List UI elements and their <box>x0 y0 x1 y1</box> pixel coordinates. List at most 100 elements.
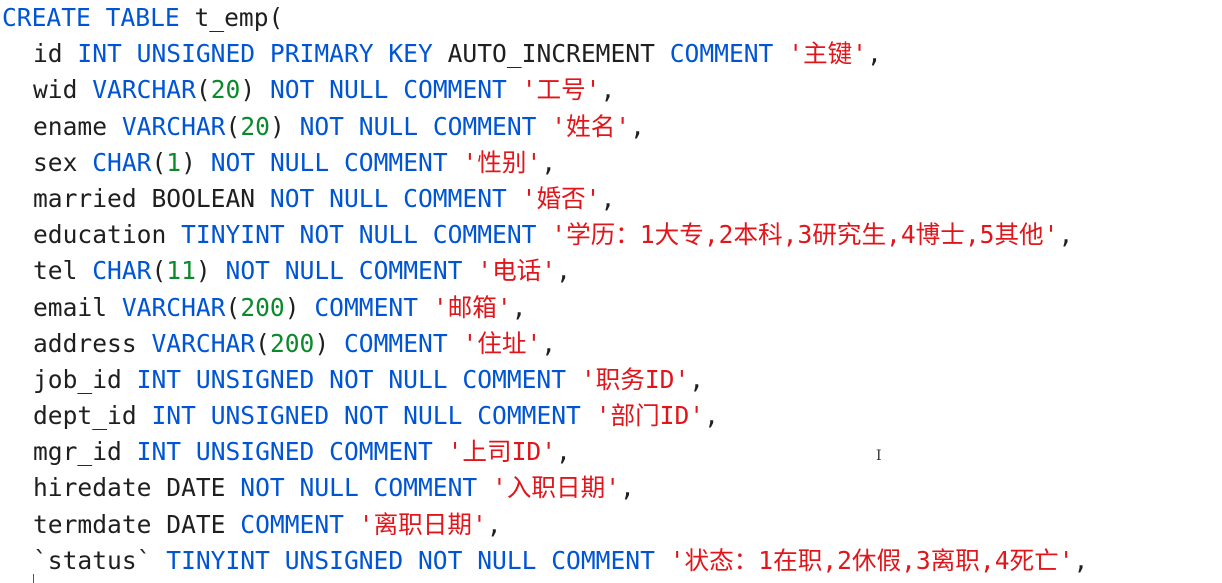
sql-identifier: wid <box>33 75 93 105</box>
sql-punctuation: ) <box>195 256 226 286</box>
sql-punctuation: , <box>541 328 557 358</box>
sql-identifier: AUTO_INCREMENT <box>432 39 670 69</box>
code-line[interactable]: id INT UNSIGNED PRIMARY KEY AUTO_INCREME… <box>2 36 1088 72</box>
sql-identifier: tel <box>33 256 93 286</box>
sql-identifier <box>773 39 788 68</box>
sql-keyword: NOT NULL COMMENT <box>225 256 463 286</box>
sql-identifier <box>462 256 477 285</box>
code-line[interactable]: sex CHAR(1) NOT NULL COMMENT '性别', <box>2 145 1088 181</box>
sql-string: '主键' <box>788 39 867 69</box>
sql-string: '状态：1在职,2休假,3离职,4死亡' <box>669 545 1074 575</box>
sql-punctuation: , <box>704 401 719 431</box>
sql-keyword: NOT NULL COMMENT <box>210 147 448 177</box>
code-line[interactable]: tel CHAR(11) NOT NULL COMMENT '电话', <box>2 253 1088 289</box>
sql-punctuation: , <box>600 183 616 213</box>
sql-keyword: COMMENT <box>314 292 419 322</box>
sql-keyword: VARCHAR <box>92 75 196 105</box>
sql-punctuation: , <box>511 292 527 322</box>
sql-string: '工号' <box>521 75 601 105</box>
sql-identifier <box>507 184 522 213</box>
sql-keyword: INT UNSIGNED NOT NULL COMMENT <box>136 364 567 394</box>
code-line[interactable]: ename VARCHAR(20) NOT NULL COMMENT '姓名', <box>2 109 1088 145</box>
code-line[interactable]: job_id INT UNSIGNED NOT NULL COMMENT '职务… <box>2 362 1088 398</box>
sql-punctuation: ( <box>151 256 167 286</box>
sql-identifier <box>448 148 463 177</box>
sql-punctuation: , <box>556 256 571 286</box>
sql-string: '姓名' <box>551 111 631 141</box>
sql-keyword: NOT NULL COMMENT <box>269 183 507 213</box>
sql-punctuation: , <box>600 75 616 105</box>
sql-string: '入职日期' <box>492 473 621 503</box>
sql-punctuation: ) <box>284 292 315 322</box>
sql-string: '部门ID' <box>595 401 705 431</box>
sql-string: '职务ID' <box>580 364 690 394</box>
sql-identifier: t_emp( <box>179 3 284 32</box>
sql-identifier: termdate DATE <box>33 509 241 539</box>
sql-punctuation: ) <box>314 328 344 358</box>
sql-keyword: COMMENT <box>669 39 774 69</box>
code-line[interactable]: termdate DATE COMMENT '离职日期', <box>2 507 1088 543</box>
sql-keyword: INT UNSIGNED PRIMARY KEY <box>77 39 433 69</box>
sql-punctuation: ( <box>195 75 211 105</box>
text-caret <box>33 574 34 583</box>
code-line[interactable]: mgr_id INT UNSIGNED COMMENT '上司ID', <box>2 434 1088 470</box>
sql-identifier: email <box>33 292 122 322</box>
sql-keyword: TINYINT NOT NULL COMMENT <box>181 220 537 250</box>
sql-punctuation: ( <box>255 328 270 358</box>
sql-identifier: id <box>33 39 78 69</box>
code-line[interactable]: email VARCHAR(200) COMMENT '邮箱', <box>2 290 1088 326</box>
sql-string: '电话' <box>477 256 557 286</box>
sql-identifier <box>433 437 448 466</box>
sql-identifier <box>507 75 522 104</box>
sql-number: 200 <box>269 328 315 358</box>
sql-identifier: `status` <box>33 545 167 575</box>
code-line[interactable]: address VARCHAR(200) COMMENT '住址', <box>2 326 1088 362</box>
sql-identifier: dept_id <box>33 401 152 431</box>
sql-identifier <box>448 329 463 358</box>
sql-identifier: job_id <box>33 364 137 394</box>
sql-identifier: education <box>33 220 182 250</box>
sql-string: '离职日期' <box>358 509 487 539</box>
sql-identifier: sex <box>33 147 93 177</box>
sql-string: '性别' <box>462 147 542 177</box>
sql-keyword: VARCHAR <box>121 111 226 141</box>
sql-number: 11 <box>166 256 196 286</box>
sql-string: '住址' <box>462 328 542 358</box>
sql-punctuation: , <box>630 111 645 141</box>
sql-identifier: hiredate DATE <box>33 473 241 503</box>
code-line[interactable]: dept_id INT UNSIGNED NOT NULL COMMENT '部… <box>2 398 1088 434</box>
sql-keyword: CREATE TABLE <box>2 3 180 32</box>
code-line[interactable]: married BOOLEAN NOT NULL COMMENT '婚否', <box>2 181 1088 217</box>
code-editor[interactable]: CREATE TABLE t_emp(id INT UNSIGNED PRIMA… <box>0 0 1222 583</box>
code-line[interactable]: CREATE TABLE t_emp( <box>2 0 1088 36</box>
sql-punctuation: , <box>556 437 571 467</box>
sql-number: 1 <box>166 147 182 177</box>
sql-code-block[interactable]: CREATE TABLE t_emp(id INT UNSIGNED PRIMA… <box>2 0 1088 579</box>
sql-identifier: mgr_id <box>33 437 137 467</box>
sql-identifier: married BOOLEAN <box>33 183 270 213</box>
sql-punctuation: ( <box>225 111 241 141</box>
sql-string: '学历：1大专,2本科,3研究生,4博士,5其他' <box>551 220 1059 250</box>
text-ibeam-icon: I <box>876 448 882 464</box>
sql-punctuation: , <box>1073 545 1089 575</box>
code-line[interactable]: education TINYINT NOT NULL COMMENT '学历：1… <box>2 217 1088 253</box>
sql-identifier <box>581 401 596 430</box>
code-line[interactable]: hiredate DATE NOT NULL COMMENT '入职日期', <box>2 470 1088 506</box>
sql-string: '婚否' <box>521 183 601 213</box>
sql-number: 20 <box>240 111 270 141</box>
sql-keyword: CHAR <box>92 147 152 177</box>
sql-keyword: COMMENT <box>343 328 448 358</box>
sql-keyword: INT UNSIGNED COMMENT <box>136 437 433 467</box>
code-line[interactable]: wid VARCHAR(20) NOT NULL COMMENT '工号', <box>2 72 1088 108</box>
sql-keyword: NOT NULL COMMENT <box>299 111 537 141</box>
sql-punctuation: ( <box>225 292 241 322</box>
sql-string: '上司ID' <box>447 437 557 467</box>
sql-number: 20 <box>210 75 241 105</box>
sql-string: '邮箱' <box>432 292 512 322</box>
sql-keyword: NOT NULL COMMENT <box>240 473 478 503</box>
sql-identifier <box>418 293 433 322</box>
sql-keyword: COMMENT <box>240 509 344 539</box>
sql-number: 200 <box>240 292 285 322</box>
sql-punctuation: , <box>689 364 705 394</box>
code-line[interactable]: `status` TINYINT UNSIGNED NOT NULL COMME… <box>2 543 1088 579</box>
